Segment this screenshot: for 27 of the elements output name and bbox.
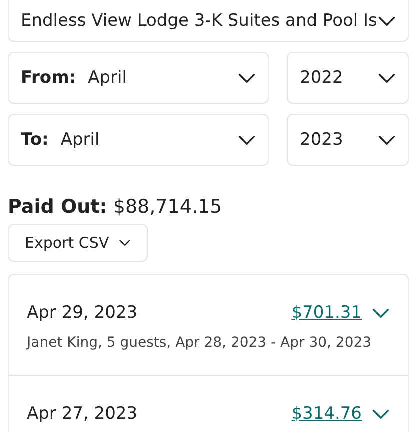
chevron-down-icon [378,134,396,146]
chevron-down-icon [119,239,132,247]
listing-value: Endless View Lodge 3-K Suites and Pool Is [21,11,378,31]
payout-date: Apr 29, 2023 [27,303,138,323]
chevron-down-icon [372,408,390,420]
field-label: To: [21,130,49,150]
year-value: 2022 [300,68,344,88]
month-value: April [88,68,127,88]
chevron-down-icon [238,72,256,84]
chevron-down-icon [378,16,396,26]
listing-select[interactable]: Endless View Lodge 3-K Suites and Pool Is [8,0,409,42]
export-csv-button[interactable]: Export CSV [8,224,148,262]
chevron-down-icon [378,72,396,84]
to-month-select[interactable]: To: April [8,114,269,166]
year-value: 2023 [300,130,344,150]
payout-date: Apr 27, 2023 [27,404,138,424]
payout-amount-link[interactable]: $314.76 [292,404,362,424]
field-label: From: [21,68,76,88]
year-select[interactable]: 2022 [287,52,409,104]
payout-amount-link[interactable]: $701.31 [292,303,362,323]
paid-out-total: Paid Out: $88,714.15 [8,196,224,218]
payout-details: Janet King, 5 guests, Apr 28, 2023 - Apr 30, 2023 [27,335,373,351]
from-month-select[interactable]: From: April [8,52,269,104]
chevron-down-icon [372,308,390,318]
chevron-down-icon [238,134,256,146]
month-value: April [60,130,100,150]
year-select[interactable]: 2023 [287,114,409,166]
